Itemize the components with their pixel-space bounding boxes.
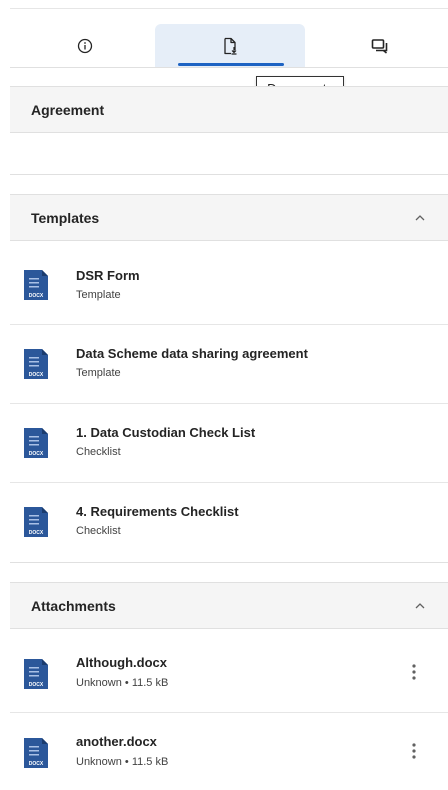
docx-file-icon: DOCX (24, 738, 48, 768)
attachments-section-header[interactable]: Attachments (10, 582, 448, 629)
templates-section-header[interactable]: Templates (10, 194, 448, 241)
info-icon (77, 38, 93, 53)
svg-text:DOCX: DOCX (29, 293, 44, 299)
svg-text:DOCX: DOCX (29, 451, 44, 457)
attachment-item-although[interactable]: DOCX Although.docx Unknown • 11.5 kB (10, 634, 448, 713)
template-item-requirements-checklist[interactable]: DOCX 4. Requirements Checklist Checklist (10, 483, 448, 562)
docx-file-icon: DOCX (24, 349, 48, 379)
svg-text:DOCX: DOCX (29, 530, 44, 536)
chat-icon (371, 38, 388, 54)
tab-info[interactable] (10, 24, 160, 67)
item-type: Template (76, 289, 121, 301)
chevron-up-icon[interactable] (412, 210, 428, 226)
item-name[interactable]: DSR Form (76, 268, 140, 283)
active-tab-indicator (178, 63, 284, 66)
template-item-data-custodian-check-list[interactable]: DOCX 1. Data Custodian Check List Checkl… (10, 404, 448, 483)
more-options-icon[interactable] (408, 741, 420, 761)
item-name[interactable]: 4. Requirements Checklist (76, 504, 239, 519)
document-icon (224, 37, 237, 55)
item-name[interactable]: Data Scheme data sharing agreement (76, 346, 308, 361)
svg-text:DOCX: DOCX (29, 682, 44, 688)
attachments-section-title: Attachments (31, 597, 116, 614)
item-name[interactable]: 1. Data Custodian Check List (76, 425, 255, 440)
svg-text:DOCX: DOCX (29, 372, 44, 378)
docx-file-icon: DOCX (24, 507, 48, 537)
svg-text:DOCX: DOCX (29, 761, 44, 767)
more-options-icon[interactable] (408, 662, 420, 682)
template-item-dsr-form[interactable]: DOCX DSR Form Template (10, 246, 448, 325)
template-item-data-sharing-agreement[interactable]: DOCX Data Scheme data sharing agreement … (10, 325, 448, 404)
top-divider (10, 8, 448, 9)
tab-chat[interactable] (305, 24, 448, 67)
item-type: Checklist (76, 446, 121, 458)
docx-file-icon: DOCX (24, 659, 48, 689)
section-divider (10, 174, 448, 175)
section-divider (10, 562, 448, 563)
tab-bar (10, 24, 448, 68)
agreement-section-title: Agreement (31, 101, 105, 118)
attachment-meta: Unknown • 11.5 kB (76, 677, 169, 689)
attachment-meta: Unknown • 11.5 kB (76, 756, 169, 768)
item-type: Checklist (76, 525, 121, 537)
attachment-name[interactable]: another.docx (76, 734, 157, 749)
docx-file-icon: DOCX (24, 270, 48, 300)
templates-section-title: Templates (31, 209, 100, 226)
docx-file-icon: DOCX (24, 428, 48, 458)
tab-documents[interactable] (155, 24, 305, 67)
chevron-up-icon[interactable] (412, 598, 428, 614)
attachment-item-another[interactable]: DOCX another.docx Unknown • 11.5 kB (10, 713, 448, 790)
attachment-name[interactable]: Although.docx (76, 655, 167, 670)
agreement-section-header: Agreement (10, 86, 448, 133)
item-type: Template (76, 367, 121, 379)
